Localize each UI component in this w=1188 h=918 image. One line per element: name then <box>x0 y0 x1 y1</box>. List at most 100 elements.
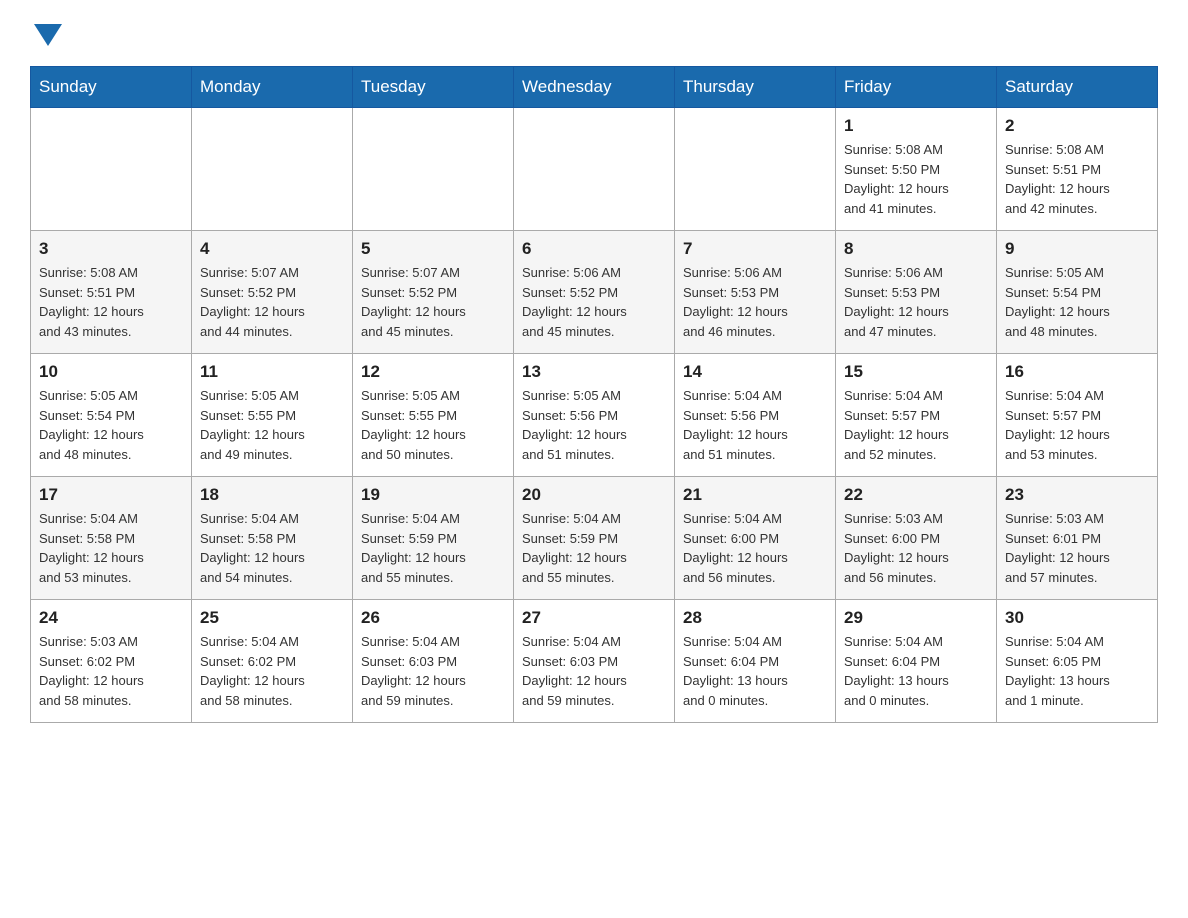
calendar-cell: 3 Sunrise: 5:08 AM Sunset: 5:51 PM Daylig… <box>31 231 192 354</box>
calendar-day-header: Saturday <box>997 67 1158 108</box>
day-number: 27 <box>522 608 666 628</box>
day-info: Sunrise: 5:05 AM Sunset: 5:54 PM Dayligh… <box>39 386 183 464</box>
day-info: Sunrise: 5:08 AM Sunset: 5:51 PM Dayligh… <box>39 263 183 341</box>
day-number: 25 <box>200 608 344 628</box>
calendar-cell: 13 Sunrise: 5:05 AM Sunset: 5:56 PM Dayli… <box>514 354 675 477</box>
day-info: Sunrise: 5:04 AM Sunset: 5:58 PM Dayligh… <box>200 509 344 587</box>
day-info: Sunrise: 5:08 AM Sunset: 5:51 PM Dayligh… <box>1005 140 1149 218</box>
calendar-cell: 9Sunrise: 5:05 AM Sunset: 5:54 PM Daylig… <box>997 231 1158 354</box>
calendar-week-row: 10 Sunrise: 5:05 AM Sunset: 5:54 PM Dayli… <box>31 354 1158 477</box>
calendar-week-row: 1Sunrise: 5:08 AM Sunset: 5:50 PM Daylig… <box>31 108 1158 231</box>
page-header <box>30 20 1158 46</box>
calendar-cell: 12 Sunrise: 5:05 AM Sunset: 5:55 PM Dayli… <box>353 354 514 477</box>
calendar-cell <box>514 108 675 231</box>
day-info: Sunrise: 5:06 AM Sunset: 5:53 PM Dayligh… <box>683 263 827 341</box>
calendar-table: SundayMondayTuesdayWednesdayThursdayFrid… <box>30 66 1158 723</box>
calendar-cell: 30Sunrise: 5:04 AM Sunset: 6:05 PM Dayli… <box>997 600 1158 723</box>
day-info: Sunrise: 5:04 AM Sunset: 6:05 PM Dayligh… <box>1005 632 1149 710</box>
day-number: 28 <box>683 608 827 628</box>
day-number: 3 <box>39 239 183 259</box>
calendar-cell <box>353 108 514 231</box>
calendar-cell: 6 Sunrise: 5:06 AM Sunset: 5:52 PM Daylig… <box>514 231 675 354</box>
day-info: Sunrise: 5:04 AM Sunset: 6:03 PM Dayligh… <box>522 632 666 710</box>
day-info: Sunrise: 5:04 AM Sunset: 5:57 PM Dayligh… <box>844 386 988 464</box>
day-number: 21 <box>683 485 827 505</box>
day-number: 14 <box>683 362 827 382</box>
day-info: Sunrise: 5:05 AM Sunset: 5:54 PM Dayligh… <box>1005 263 1149 341</box>
day-info: Sunrise: 5:04 AM Sunset: 6:02 PM Dayligh… <box>200 632 344 710</box>
day-info: Sunrise: 5:04 AM Sunset: 6:03 PM Dayligh… <box>361 632 505 710</box>
calendar-cell: 21 Sunrise: 5:04 AM Sunset: 6:00 PM Dayli… <box>675 477 836 600</box>
day-info: Sunrise: 5:04 AM Sunset: 5:57 PM Dayligh… <box>1005 386 1149 464</box>
calendar-cell: 8Sunrise: 5:06 AM Sunset: 5:53 PM Daylig… <box>836 231 997 354</box>
calendar-day-header: Monday <box>192 67 353 108</box>
day-info: Sunrise: 5:04 AM Sunset: 5:56 PM Dayligh… <box>683 386 827 464</box>
day-number: 19 <box>361 485 505 505</box>
day-info: Sunrise: 5:07 AM Sunset: 5:52 PM Dayligh… <box>200 263 344 341</box>
calendar-cell: 25 Sunrise: 5:04 AM Sunset: 6:02 PM Dayli… <box>192 600 353 723</box>
calendar-cell: 17Sunrise: 5:04 AM Sunset: 5:58 PM Dayli… <box>31 477 192 600</box>
calendar-cell: 22 Sunrise: 5:03 AM Sunset: 6:00 PM Dayli… <box>836 477 997 600</box>
day-number: 7 <box>683 239 827 259</box>
day-info: Sunrise: 5:06 AM Sunset: 5:52 PM Dayligh… <box>522 263 666 341</box>
day-number: 10 <box>39 362 183 382</box>
calendar-cell: 27 Sunrise: 5:04 AM Sunset: 6:03 PM Dayli… <box>514 600 675 723</box>
calendar-cell: 1Sunrise: 5:08 AM Sunset: 5:50 PM Daylig… <box>836 108 997 231</box>
calendar-cell: 19 Sunrise: 5:04 AM Sunset: 5:59 PM Dayli… <box>353 477 514 600</box>
calendar-day-header: Thursday <box>675 67 836 108</box>
logo-triangle-icon <box>34 24 62 46</box>
calendar-cell: 16 Sunrise: 5:04 AM Sunset: 5:57 PM Dayli… <box>997 354 1158 477</box>
day-number: 12 <box>361 362 505 382</box>
calendar-cell: 10 Sunrise: 5:05 AM Sunset: 5:54 PM Dayli… <box>31 354 192 477</box>
calendar-header-row: SundayMondayTuesdayWednesdayThursdayFrid… <box>31 67 1158 108</box>
day-info: Sunrise: 5:04 AM Sunset: 5:59 PM Dayligh… <box>361 509 505 587</box>
calendar-day-header: Sunday <box>31 67 192 108</box>
day-number: 24 <box>39 608 183 628</box>
day-info: Sunrise: 5:05 AM Sunset: 5:56 PM Dayligh… <box>522 386 666 464</box>
day-number: 11 <box>200 362 344 382</box>
day-number: 22 <box>844 485 988 505</box>
day-info: Sunrise: 5:05 AM Sunset: 5:55 PM Dayligh… <box>361 386 505 464</box>
day-info: Sunrise: 5:03 AM Sunset: 6:02 PM Dayligh… <box>39 632 183 710</box>
calendar-week-row: 24 Sunrise: 5:03 AM Sunset: 6:02 PM Dayli… <box>31 600 1158 723</box>
day-info: Sunrise: 5:05 AM Sunset: 5:55 PM Dayligh… <box>200 386 344 464</box>
day-info: Sunrise: 5:03 AM Sunset: 6:00 PM Dayligh… <box>844 509 988 587</box>
day-number: 16 <box>1005 362 1149 382</box>
calendar-cell: 23Sunrise: 5:03 AM Sunset: 6:01 PM Dayli… <box>997 477 1158 600</box>
calendar-cell <box>31 108 192 231</box>
day-info: Sunrise: 5:04 AM Sunset: 5:59 PM Dayligh… <box>522 509 666 587</box>
calendar-day-header: Wednesday <box>514 67 675 108</box>
day-info: Sunrise: 5:07 AM Sunset: 5:52 PM Dayligh… <box>361 263 505 341</box>
calendar-day-header: Tuesday <box>353 67 514 108</box>
day-number: 5 <box>361 239 505 259</box>
day-number: 18 <box>200 485 344 505</box>
day-number: 2 <box>1005 116 1149 136</box>
day-number: 15 <box>844 362 988 382</box>
calendar-cell: 11 Sunrise: 5:05 AM Sunset: 5:55 PM Dayli… <box>192 354 353 477</box>
calendar-cell: 24 Sunrise: 5:03 AM Sunset: 6:02 PM Dayli… <box>31 600 192 723</box>
calendar-cell <box>192 108 353 231</box>
day-info: Sunrise: 5:04 AM Sunset: 6:04 PM Dayligh… <box>683 632 827 710</box>
day-number: 6 <box>522 239 666 259</box>
calendar-week-row: 17 Sunrise: 5:04 AM Sunset: 5:58 PM Dayli… <box>31 477 1158 600</box>
calendar-cell: 7 Sunrise: 5:06 AM Sunset: 5:53 PM Daylig… <box>675 231 836 354</box>
calendar-cell <box>675 108 836 231</box>
day-info: Sunrise: 5:06 AM Sunset: 5:53 PM Dayligh… <box>844 263 988 341</box>
day-info: Sunrise: 5:04 AM Sunset: 6:00 PM Dayligh… <box>683 509 827 587</box>
day-number: 20 <box>522 485 666 505</box>
calendar-cell: 5 Sunrise: 5:07 AM Sunset: 5:52 PM Daylig… <box>353 231 514 354</box>
calendar-cell: 4Sunrise: 5:07 AM Sunset: 5:52 PM Daylig… <box>192 231 353 354</box>
day-number: 13 <box>522 362 666 382</box>
calendar-cell: 28 Sunrise: 5:04 AM Sunset: 6:04 PM Dayli… <box>675 600 836 723</box>
calendar-cell: 29Sunrise: 5:04 AM Sunset: 6:04 PM Dayli… <box>836 600 997 723</box>
logo <box>30 20 62 46</box>
calendar-day-header: Friday <box>836 67 997 108</box>
day-number: 17 <box>39 485 183 505</box>
calendar-cell: 14 Sunrise: 5:04 AM Sunset: 5:56 PM Dayli… <box>675 354 836 477</box>
calendar-cell: 26Sunrise: 5:04 AM Sunset: 6:03 PM Dayli… <box>353 600 514 723</box>
calendar-cell: 18 Sunrise: 5:04 AM Sunset: 5:58 PM Dayli… <box>192 477 353 600</box>
calendar-week-row: 3 Sunrise: 5:08 AM Sunset: 5:51 PM Daylig… <box>31 231 1158 354</box>
day-info: Sunrise: 5:04 AM Sunset: 6:04 PM Dayligh… <box>844 632 988 710</box>
day-number: 23 <box>1005 485 1149 505</box>
calendar-cell: 20 Sunrise: 5:04 AM Sunset: 5:59 PM Dayli… <box>514 477 675 600</box>
